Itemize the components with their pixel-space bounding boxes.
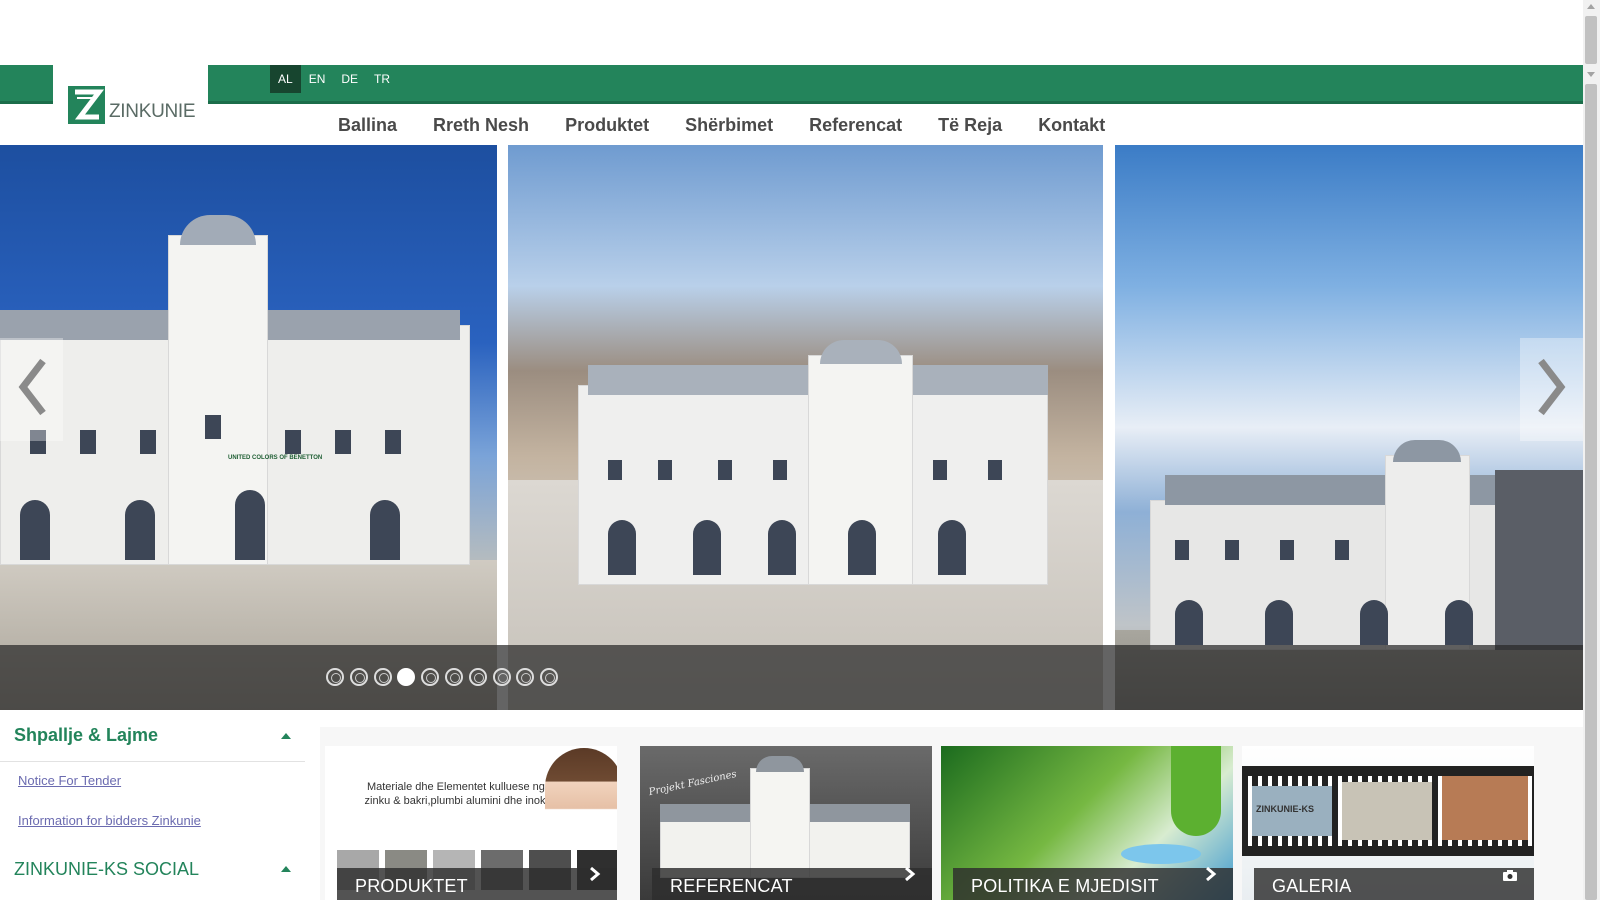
tile-produktet[interactable]: Materiale dhe Elementet kulluese nga zin…	[325, 746, 617, 900]
tile-politika-label: POLITIKA E MJEDISIT	[953, 866, 1233, 900]
chevron-right-icon	[904, 858, 916, 894]
tile-galeria-title: GALERIA	[1272, 876, 1352, 896]
film-frame-2	[1342, 782, 1432, 840]
tile-politika-title: POLITIKA E MJEDISIT	[971, 876, 1159, 896]
slider-dot[interactable]	[444, 668, 463, 686]
site-logo[interactable]: ZINKUNIE	[68, 86, 196, 124]
collapse-caret-icon[interactable]	[281, 732, 291, 739]
language-switcher: AL EN DE TR	[270, 65, 398, 93]
slider-dot[interactable]	[397, 668, 416, 686]
nav-referencat[interactable]: Referencat	[791, 110, 920, 140]
storefront-sign: UNITED COLORS OF BENETTON	[228, 455, 323, 461]
scrollbar-track[interactable]	[1585, 84, 1597, 900]
slider-dot[interactable]	[540, 668, 559, 686]
scroll-down-arrow-icon[interactable]	[1587, 72, 1595, 77]
leaf-image	[1171, 746, 1221, 836]
logo-mark	[68, 86, 105, 124]
nav-produktet[interactable]: Produktet	[547, 110, 667, 140]
slider-prev-button[interactable]	[0, 338, 63, 441]
slide-image-3	[1115, 145, 1583, 710]
slide-image-1: UNITED COLORS OF BENETTON	[0, 145, 497, 710]
slide-image-2	[508, 145, 1103, 710]
slider-dot[interactable]	[468, 668, 487, 686]
nav-sherbimet[interactable]: Shërbimet	[667, 110, 791, 140]
scroll-up-arrow-icon[interactable]	[1587, 4, 1595, 9]
news-link-tender[interactable]: Notice For Tender	[18, 773, 121, 788]
sidebar: Shpallje & Lajme Notice For Tender Infor…	[0, 710, 305, 900]
spokeswoman-image	[545, 748, 617, 858]
tile-produktet-text: Materiale dhe Elementet kulluese nga zin…	[364, 781, 554, 807]
main-nav: Ballina Rreth Nesh Produktet Shërbimet R…	[320, 110, 1123, 140]
slider-dot[interactable]	[326, 668, 344, 686]
lang-al[interactable]: AL	[270, 65, 301, 93]
nav-kontakt[interactable]: Kontakt	[1020, 110, 1123, 140]
slider-dot[interactable]	[492, 668, 511, 686]
header-band-right	[208, 65, 1583, 104]
tile-galeria-label: GALERIA	[1254, 868, 1534, 900]
nav-te-reja[interactable]: Të Reja	[920, 110, 1020, 140]
social-panel-title: ZINKUNIE-KS SOCIAL	[14, 858, 200, 879]
lang-en[interactable]: EN	[301, 65, 334, 93]
slider-next-button[interactable]	[1520, 338, 1583, 441]
tile-galeria[interactable]: ZINKUNIE-KS GALERIA	[1242, 746, 1534, 900]
camera-icon	[1502, 858, 1518, 894]
tile-produktet-title: PRODUKTET	[355, 876, 468, 896]
slider-dot[interactable]	[516, 668, 535, 686]
slider-dot[interactable]	[349, 668, 368, 686]
collapse-caret-icon[interactable]	[281, 866, 291, 872]
galeria-frame-text: ZINKUNIE-KS	[1256, 804, 1314, 814]
tile-referencat[interactable]: Projekt Fasciones REFERENCAT	[640, 746, 932, 900]
chevron-left-icon	[17, 357, 47, 422]
chevron-right-icon	[589, 858, 601, 894]
slider-caption-bar	[0, 645, 1583, 710]
page: { "brand": { "name": "ZINKUNIE", "accent…	[0, 0, 1600, 900]
tile-referencat-label: REFERENCAT	[652, 866, 932, 900]
header-band-left	[0, 65, 53, 104]
slider-pagination	[326, 668, 564, 686]
chevron-right-icon	[1205, 858, 1217, 894]
lang-tr[interactable]: TR	[366, 65, 398, 93]
tile-produktet-label: PRODUKTET	[337, 866, 617, 900]
tile-politika-e-mjedisit[interactable]: POLITIKA E MJEDISIT	[941, 746, 1233, 900]
film-frame-3	[1442, 776, 1528, 840]
nav-ballina[interactable]: Ballina	[320, 110, 415, 140]
tile-referencat-script: Projekt Fasciones	[647, 768, 738, 799]
slider-dot[interactable]	[421, 668, 440, 686]
water-drop-image	[1121, 844, 1201, 864]
news-panel-title: Shpallje & Lajme	[14, 725, 159, 745]
tile-referencat-title: REFERENCAT	[670, 876, 793, 896]
news-panel-header[interactable]: Shpallje & Lajme	[0, 710, 305, 762]
news-link-bidders[interactable]: Information for bidders Zinkunie	[18, 813, 201, 828]
hero-slider: UNITED COLORS OF BENETTON	[0, 145, 1583, 710]
nav-rreth-nesh[interactable]: Rreth Nesh	[415, 110, 547, 140]
social-panel-header[interactable]: ZINKUNIE-KS SOCIAL	[0, 844, 305, 894]
chevron-right-icon	[1537, 357, 1567, 422]
lang-de[interactable]: DE	[333, 65, 366, 93]
scrollbar-thumb[interactable]	[1585, 16, 1597, 64]
slider-dot[interactable]	[373, 668, 392, 686]
logo-text: ZINKUNIE	[109, 101, 196, 122]
